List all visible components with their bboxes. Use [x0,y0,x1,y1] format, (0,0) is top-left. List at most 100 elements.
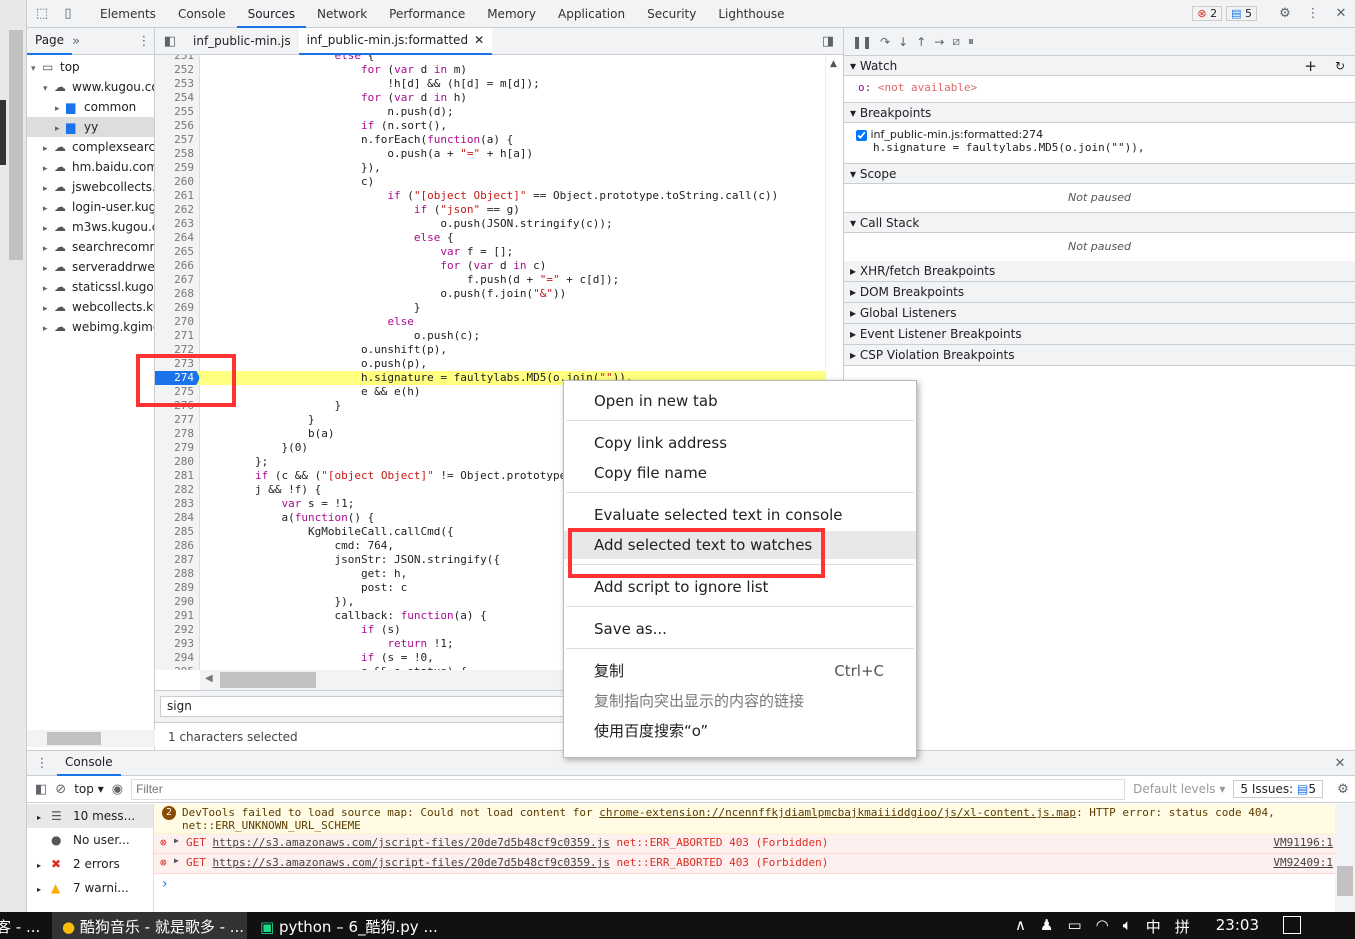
message-link[interactable]: https://s3.amazonaws.com/jscript-files/2… [213,836,610,849]
expand-arrow-icon[interactable]: ▸ [55,119,66,137]
clock[interactable]: 23:03 [1216,916,1259,937]
drawer-menu-icon[interactable]: ⋮ [27,756,57,771]
tree-item[interactable]: ▾☁ www.kugou.com [27,77,154,97]
line-number[interactable]: 266 [155,259,200,273]
code-line[interactable]: 254 for (var d in h) [155,91,825,105]
code-line[interactable]: 252 for (var d in m) [155,63,825,77]
close-drawer-icon[interactable]: ✕ [1325,756,1355,771]
line-number[interactable]: 292 [155,623,200,637]
code-line[interactable]: 268 o.push(f.join("&")) [155,287,825,301]
menu-item[interactable]: Copy file name [564,459,916,487]
expand-arrow-icon[interactable]: ▾ [31,59,42,77]
code-line[interactable]: 256 if (n.sort(), [155,119,825,133]
deactivate-breakpoints-icon[interactable]: ⧄ [952,34,960,49]
levels-select[interactable]: Default levels ▾ [1133,782,1225,796]
line-number[interactable]: 277 [155,413,200,427]
line-number[interactable]: 268 [155,287,200,301]
expand-arrow-icon[interactable]: ▸ [43,159,54,177]
page-scrollbar[interactable] [9,30,23,260]
message-link[interactable]: https://s3.amazonaws.com/jscript-files/2… [213,856,610,869]
code-line[interactable]: 265 var f = []; [155,245,825,259]
line-number[interactable]: 280 [155,455,200,469]
code-line[interactable]: 260 c) [155,175,825,189]
menu-item[interactable]: Open in new tab [564,387,916,415]
tab-performance[interactable]: Performance [378,0,476,28]
expand-arrow-icon[interactable]: ▸ [43,239,54,257]
expand-arrow-icon[interactable]: ▾ [43,79,54,97]
tab-console[interactable]: Console [167,0,237,28]
console-vscroll[interactable] [1335,804,1355,913]
editor-tab[interactable]: inf_public-min.js [185,29,299,54]
toggle-debugger-icon[interactable]: ◨ [813,34,843,49]
settings-icon[interactable]: ⚙ [1271,6,1299,21]
menu-item[interactable]: 使用百度搜索“o” [564,717,916,745]
expand-arrow-icon[interactable]: ▸ [43,279,54,297]
line-number[interactable]: 293 [155,637,200,651]
scope-header[interactable]: ▾ Scope [844,163,1355,184]
tab-elements[interactable]: Elements [89,0,167,28]
console-filter-warning[interactable]: ▸ ▲ 7 warni... [27,876,153,900]
line-number[interactable]: 264 [155,231,200,245]
ime-lang[interactable]: 中 [1146,916,1161,937]
ime-mode[interactable]: 拼 [1175,916,1190,937]
line-number[interactable]: 284 [155,511,200,525]
more-tabs-icon[interactable]: » [72,34,80,49]
message-source[interactable]: VM92409:1 [1273,856,1333,869]
code-line[interactable]: 269 } [155,301,825,315]
clear-console-icon[interactable]: ⊘ [55,782,66,797]
volume-icon[interactable]: 🔈︎ [1123,916,1132,937]
line-number[interactable]: 288 [155,567,200,581]
section-header[interactable]: ▸ Event Listener Breakpoints [844,324,1355,345]
code-line[interactable]: 258 o.push(a + "=" + h[a]) [155,147,825,161]
line-number[interactable]: 290 [155,595,200,609]
tab-page[interactable]: Page [27,28,73,55]
code-line[interactable]: 264 else { [155,231,825,245]
add-watch-icon[interactable]: + [1304,56,1317,77]
qq-icon[interactable]: ♟ [1040,916,1053,937]
code-line[interactable]: 267 f.push(d + "=" + c[d]); [155,273,825,287]
expand-arrow-icon[interactable]: ▸ [43,179,54,197]
line-number[interactable]: 267 [155,273,200,287]
expand-arrow-icon[interactable]: ▸ [43,299,54,317]
tree-item[interactable]: ▸ ▆ common [27,97,154,117]
tree-item[interactable]: ▸ ☁ complexsearch [27,137,154,157]
menu-icon[interactable]: ⋮ [134,34,154,49]
pause-icon[interactable]: ❚❚ [852,35,872,49]
code-line[interactable]: 259 }), [155,161,825,175]
line-number[interactable]: 281 [155,469,200,483]
tree-item[interactable]: ▸☁ login-user.kugou [27,197,154,217]
tab-application[interactable]: Application [547,0,636,28]
filter-input[interactable] [131,778,1126,800]
tree-item[interactable]: ▸☁ searchrecommend [27,237,154,257]
console-prompt[interactable]: › [162,876,1332,892]
step-over-icon[interactable]: ↷ [880,35,890,49]
code-line[interactable]: 273 o.push(p), [155,357,825,371]
section-header[interactable]: ▸ Global Listeners [844,303,1355,324]
refresh-icon[interactable]: ↻ [1335,56,1345,77]
notification-icon[interactable] [1283,916,1301,934]
line-number[interactable]: 263 [155,217,200,231]
close-tab-icon[interactable]: ✕ [474,33,484,47]
line-number[interactable]: 285 [155,525,200,539]
expand-arrow-icon[interactable]: ▸ [55,99,66,117]
line-number[interactable]: 289 [155,581,200,595]
line-number[interactable]: 255 [155,105,200,119]
menu-item[interactable]: Evaluate selected text in console [564,501,916,529]
line-number[interactable]: 257 [155,133,200,147]
expand-arrow-icon[interactable]: ▸ [43,259,54,277]
line-number[interactable]: 260 [155,175,200,189]
message-link[interactable]: chrome-extension://ncennffkjdiamlpmcbajk… [599,806,1076,819]
tab-lighthouse[interactable]: Lighthouse [707,0,795,28]
code-line[interactable]: 257 n.forEach(function(a) { [155,133,825,147]
code-line[interactable]: 263 o.push(JSON.stringify(c)); [155,217,825,231]
line-number[interactable]: 253 [155,77,200,91]
issues-button[interactable]: 5 Issues: ▤5 [1233,780,1323,798]
tab-memory[interactable]: Memory [476,0,547,28]
section-header[interactable]: ▸ CSP Violation Breakpoints [844,345,1355,366]
taskbar-item-pycharm[interactable]: ▣ python – 6_酷狗.py ... [260,916,438,937]
line-number[interactable]: 282 [155,483,200,497]
callstack-header[interactable]: ▾ Call Stack [844,212,1355,233]
line-number[interactable]: 291 [155,609,200,623]
menu-item[interactable]: 复制 Ctrl+C [564,657,916,685]
eye-icon[interactable]: ◉ [112,782,123,797]
